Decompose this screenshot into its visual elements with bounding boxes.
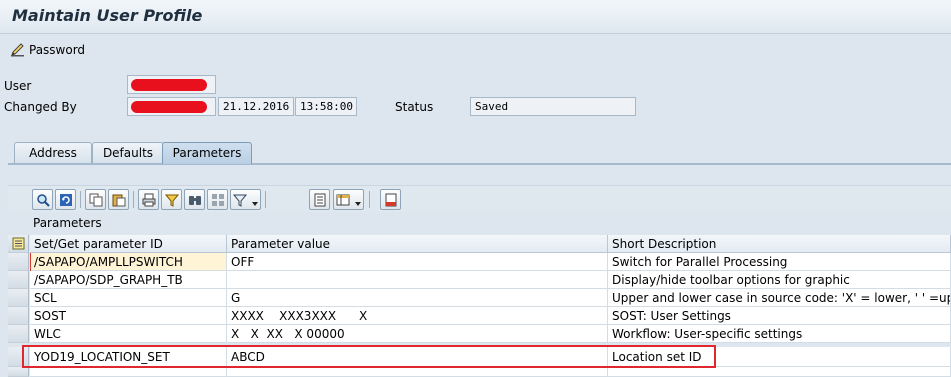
cell-text: /SAPAPO/AMPLLPSWITCH <box>34 255 183 269</box>
parameter-value-cell[interactable] <box>227 367 608 377</box>
row-selector[interactable] <box>8 253 29 271</box>
redaction-mark <box>131 101 207 113</box>
sum-icon <box>211 193 224 206</box>
copy-icon <box>89 193 102 206</box>
password-button[interactable]: Password <box>10 42 85 58</box>
short-description-cell: Switch for Parallel Processing <box>608 253 951 271</box>
changed-date-field[interactable]: 21.12.2016 <box>218 97 294 116</box>
export-button[interactable] <box>380 189 401 210</box>
tab-defaults[interactable]: Defaults <box>92 142 164 164</box>
filter-button[interactable] <box>161 189 182 210</box>
toolbar-separator <box>369 191 370 208</box>
user-field[interactable] <box>127 75 216 94</box>
layout-menu-icon <box>336 194 350 205</box>
page-title: Maintain User Profile <box>12 6 203 25</box>
tab-label: Address <box>29 146 77 160</box>
toolbar-separator <box>133 191 134 208</box>
refresh-icon <box>59 193 72 206</box>
changed-by-field[interactable] <box>127 97 216 116</box>
parameter-value-cell[interactable]: ABCD <box>227 347 608 367</box>
select-all-button[interactable] <box>8 235 29 253</box>
parameter-value-cell[interactable]: XXXX XXX3XXX X <box>227 307 608 325</box>
parameter-value-cell[interactable]: OFF <box>227 253 608 271</box>
copy-button[interactable] <box>85 189 106 210</box>
application-toolbar: Password <box>0 35 951 63</box>
row-selector[interactable] <box>8 325 29 343</box>
status-label: Status <box>395 100 434 114</box>
column-header-parameter-id[interactable]: Set/Get parameter ID <box>30 235 227 253</box>
chevron-down-icon <box>252 202 258 206</box>
print-icon <box>142 193 155 206</box>
refresh-button[interactable] <box>55 189 76 210</box>
row-selector[interactable] <box>8 271 29 289</box>
short-description-cell: Upper and lower case in source code: 'X'… <box>608 289 951 307</box>
tab-parameters[interactable]: Parameters <box>162 142 252 164</box>
table-row[interactable] <box>8 367 951 377</box>
table-row[interactable]: SCL G Upper and lower case in source cod… <box>8 289 951 307</box>
parameter-value-cell[interactable]: G <box>227 289 608 307</box>
print-preview-button[interactable] <box>309 189 330 210</box>
toolbar-separator <box>80 191 81 208</box>
short-description-cell: SOST: User Settings <box>608 307 951 325</box>
parameter-id-cell[interactable]: SOST <box>30 307 227 325</box>
parameter-value-cell[interactable]: X X XX X 00000 <box>227 325 608 343</box>
row-selector[interactable] <box>8 367 29 377</box>
short-description-cell: Display/hide toolbar options for graphic <box>608 271 951 289</box>
sum-button[interactable] <box>207 189 228 210</box>
table-row[interactable]: WLC X X XX X 00000 Workflow: User-specif… <box>8 325 951 343</box>
parameter-id-cell[interactable]: /SAPAPO/AMPLLPSWITCH <box>30 253 227 271</box>
row-selector[interactable] <box>8 289 29 307</box>
find-next-icon <box>188 195 201 205</box>
parameter-value-cell[interactable] <box>227 271 608 289</box>
short-description-cell: Location set ID <box>608 347 951 367</box>
find-next-button[interactable] <box>184 189 205 210</box>
password-label: Password <box>29 43 86 57</box>
table-row[interactable]: /SAPAPO/AMPLLPSWITCH OFF Switch for Para… <box>8 253 951 271</box>
column-header-short-description[interactable]: Short Description <box>608 235 951 253</box>
user-label: User <box>4 79 32 93</box>
tab-label: Parameters <box>172 146 242 160</box>
funnel-menu-icon <box>233 194 247 207</box>
tab-address[interactable]: Address <box>14 142 92 164</box>
grid-header-row: Set/Get parameter ID Parameter value Sho… <box>8 235 951 253</box>
focus-marker <box>30 253 31 271</box>
pencil-icon <box>11 43 24 57</box>
chevron-down-icon <box>355 202 361 206</box>
changed-by-label: Changed By <box>4 100 77 114</box>
select-all-icon <box>12 237 24 250</box>
status-field[interactable]: Saved <box>470 97 636 116</box>
find-button[interactable] <box>32 189 53 210</box>
column-header-parameter-value[interactable]: Parameter value <box>227 235 608 253</box>
parameter-id-cell[interactable]: WLC <box>30 325 227 343</box>
paste-button[interactable] <box>108 189 129 210</box>
short-description-cell <box>608 367 951 377</box>
row-selector[interactable] <box>8 347 29 367</box>
redaction-mark <box>131 79 207 91</box>
layout-menu-button[interactable] <box>333 189 364 210</box>
print-button[interactable] <box>138 189 159 210</box>
grid-toolbar <box>8 185 951 212</box>
filter-icon <box>164 194 179 207</box>
title-bar: Maintain User Profile <box>0 0 951 34</box>
parameter-id-cell[interactable]: SCL <box>30 289 227 307</box>
find-icon <box>36 193 50 207</box>
row-selector[interactable] <box>8 307 29 325</box>
table-row[interactable]: SOST XXXX XXX3XXX X SOST: User Settings <box>8 307 951 325</box>
parameter-id-cell[interactable]: /SAPAPO/SDP_GRAPH_TB <box>30 271 227 289</box>
changed-time-field[interactable]: 13:58:00 <box>295 97 357 116</box>
parameter-id-cell[interactable] <box>30 367 227 377</box>
short-description-cell: Workflow: User-specific settings <box>608 325 951 343</box>
parameter-id-cell[interactable]: YOD19_LOCATION_SET <box>30 347 227 367</box>
print-preview-icon <box>314 193 325 206</box>
tab-label: Defaults <box>102 146 154 160</box>
grid-title: Parameters <box>33 216 102 230</box>
paste-icon <box>112 194 125 206</box>
toolbar-separator <box>265 191 266 208</box>
export-icon <box>385 193 396 206</box>
table-row[interactable]: /SAPAPO/SDP_GRAPH_TB Display/hide toolba… <box>8 271 951 289</box>
funnel-menu-button[interactable] <box>230 189 261 210</box>
table-row[interactable]: YOD19_LOCATION_SET ABCD Location set ID <box>8 347 951 367</box>
